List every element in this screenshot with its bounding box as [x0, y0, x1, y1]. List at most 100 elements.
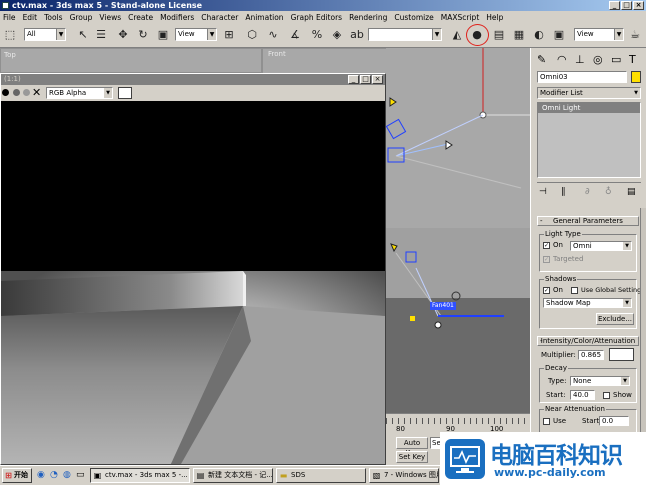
show-end-result-icon[interactable]: ∥ [561, 187, 566, 197]
targeted-checkbox[interactable]: ✓ [543, 256, 550, 263]
taskbar-item-3dsmax[interactable]: ▣ ctv.max - 3ds max 5 -... [90, 468, 190, 483]
render-type-dropdown[interactable]: View ▼ [574, 28, 624, 41]
multiplier-spinner[interactable]: 0.865 [578, 350, 604, 360]
light-color-swatch[interactable] [609, 348, 634, 361]
taskbar-item-image-viewer[interactable]: ▧ 7 - Windows 图片... [369, 468, 439, 483]
command-panel-scrollbar[interactable] [640, 208, 646, 438]
stack-item[interactable]: Omni Light [538, 103, 640, 113]
exclude-button[interactable]: Exclude... [596, 313, 634, 325]
minimize-button[interactable]: _ [609, 1, 620, 10]
color-swatch[interactable] [118, 87, 132, 99]
move-icon[interactable]: ✥ [116, 28, 130, 42]
edit-named-selections-icon[interactable]: ab [350, 28, 364, 42]
select-object-icon[interactable]: ↖ [76, 28, 90, 42]
object-name-field[interactable]: Omni03 [537, 71, 627, 83]
schematic-view-icon[interactable]: ▦ [512, 28, 526, 42]
hierarchy-tab-icon[interactable]: ⊥ [575, 53, 585, 66]
app-title-bar[interactable]: ctv.max - 3ds max 5 - Stand-alone Licens… [0, 0, 646, 11]
menu-customize[interactable]: Customize [394, 13, 433, 22]
top-viewport-label[interactable]: Top [4, 51, 16, 59]
3dsmax-app-icon[interactable] [2, 2, 9, 9]
rendered-frame-titlebar[interactable]: (1:1) _ □ × [1, 74, 385, 85]
menu-animation[interactable]: Animation [245, 13, 283, 22]
configure-sets-icon[interactable]: ▤ [627, 187, 636, 197]
create-tab-icon[interactable]: ✎ [537, 53, 546, 66]
clear-icon[interactable]: ✕ [32, 86, 41, 99]
red-channel-icon[interactable] [2, 89, 9, 96]
menu-create[interactable]: Create [128, 13, 153, 22]
angle-snap-icon[interactable]: ∡ [288, 28, 302, 42]
named-selection-sets-dropdown[interactable]: ▼ [368, 28, 442, 41]
browser-quicklaunch-icon[interactable]: ◉ [37, 470, 45, 480]
top-left-viewport[interactable]: Top [0, 48, 262, 73]
menu-rendering[interactable]: Rendering [349, 13, 387, 22]
desktop-quicklaunch-icon[interactable]: ▭ [76, 470, 85, 480]
rendered-frame-window[interactable]: (1:1) _ □ × ✕ RGB Alpha ▼ [0, 73, 386, 465]
select-by-name-icon[interactable]: ☰ [94, 28, 108, 42]
object-color-swatch[interactable] [631, 71, 641, 83]
channel-display-dropdown[interactable]: RGB Alpha ▼ [46, 87, 113, 99]
menu-tools[interactable]: Tools [44, 13, 62, 22]
general-parameters-rollout[interactable]: - General Parameters [537, 216, 639, 226]
decay-start-spinner[interactable]: 40.0 [570, 390, 595, 400]
front-viewport-label[interactable]: Front [268, 50, 286, 58]
menu-modifiers[interactable]: Modifiers [160, 13, 194, 22]
select-region-icon[interactable]: ⬚ [3, 28, 17, 42]
menu-character[interactable]: Character [201, 13, 238, 22]
pin-stack-icon[interactable]: ⊣ [539, 187, 547, 197]
media-quicklaunch-icon[interactable]: ◍ [63, 470, 71, 480]
decay-show-checkbox[interactable] [603, 392, 610, 399]
spinner-snap-icon[interactable]: ◈ [330, 28, 344, 42]
pivot-center-icon[interactable]: ⊞ [222, 28, 236, 42]
motion-tab-icon[interactable]: ◎ [593, 53, 603, 66]
close-button[interactable]: × [633, 1, 644, 10]
percent-snap-icon[interactable]: % [310, 28, 324, 42]
remove-modifier-icon[interactable]: ♁ [605, 187, 612, 197]
vfb-minimize-button[interactable]: _ [348, 75, 359, 84]
modifier-stack[interactable]: Omni Light [537, 102, 641, 178]
use-global-checkbox[interactable] [571, 287, 578, 294]
selection-filter-dropdown[interactable]: All ▼ [24, 28, 66, 41]
menu-graph-editors[interactable]: Graph Editors [291, 13, 343, 22]
intensity-rollout[interactable]: - Intensity/Color/Attenuation [537, 336, 639, 346]
explorer-quicklaunch-icon[interactable]: ◔ [50, 470, 58, 480]
reference-coord-dropdown[interactable]: View ▼ [175, 28, 217, 41]
track-view-icon[interactable]: ▤ [492, 28, 506, 42]
rotate-icon[interactable]: ↻ [136, 28, 150, 42]
menu-edit[interactable]: Edit [23, 13, 38, 22]
set-key-button[interactable]: Set Key [396, 451, 428, 463]
menu-group[interactable]: Group [70, 13, 93, 22]
scene-object-tag[interactable]: Fan401 [430, 302, 456, 310]
mirror-icon[interactable]: ◭ [450, 28, 464, 42]
scale-icon[interactable]: ▣ [156, 28, 170, 42]
menu-file[interactable]: File [3, 13, 16, 22]
menu-views[interactable]: Views [99, 13, 121, 22]
auto-key-button[interactable]: Auto Key [396, 437, 428, 457]
render-scene-icon[interactable]: ▣ [552, 28, 566, 42]
make-unique-icon[interactable]: ∂ [585, 187, 590, 197]
near-use-checkbox[interactable] [543, 418, 550, 425]
material-editor-icon[interactable]: ◐ [532, 28, 546, 42]
modifier-list-dropdown[interactable]: Modifier List ▼ [537, 87, 641, 99]
maximize-button[interactable]: □ [621, 1, 632, 10]
near-start-spinner[interactable]: 0.0 [599, 416, 629, 426]
light-type-dropdown[interactable]: Omni ▼ [570, 241, 632, 251]
quick-render-icon[interactable]: ☕ [628, 28, 642, 42]
taskbar-item-notepad[interactable]: ▤ 新建 文本文档 - 记... [193, 468, 273, 483]
utilities-tab-icon[interactable]: T [629, 53, 636, 66]
display-tab-icon[interactable]: ▭ [611, 53, 621, 66]
start-button[interactable]: ⊞ 开始 [2, 468, 32, 483]
green-channel-icon[interactable] [13, 89, 20, 96]
modify-tab-icon[interactable]: ◠ [557, 53, 567, 66]
taskbar-item-folder[interactable]: ▬ SDS [276, 468, 366, 483]
shadow-type-dropdown[interactable]: Shadow Map ▼ [543, 298, 632, 308]
menu-maxscript[interactable]: MAXScript [441, 13, 480, 22]
vfb-maximize-button[interactable]: □ [360, 75, 371, 84]
snaps-toggle-icon[interactable]: ∿ [266, 28, 280, 42]
decay-type-dropdown[interactable]: None ▼ [570, 376, 630, 386]
shadows-on-checkbox[interactable]: ✓ [543, 287, 550, 294]
blue-channel-icon[interactable] [23, 89, 30, 96]
select-manipulate-icon[interactable]: ⬡ [245, 28, 259, 42]
menu-help[interactable]: Help [486, 13, 503, 22]
light-on-checkbox[interactable]: ✓ [543, 242, 550, 249]
